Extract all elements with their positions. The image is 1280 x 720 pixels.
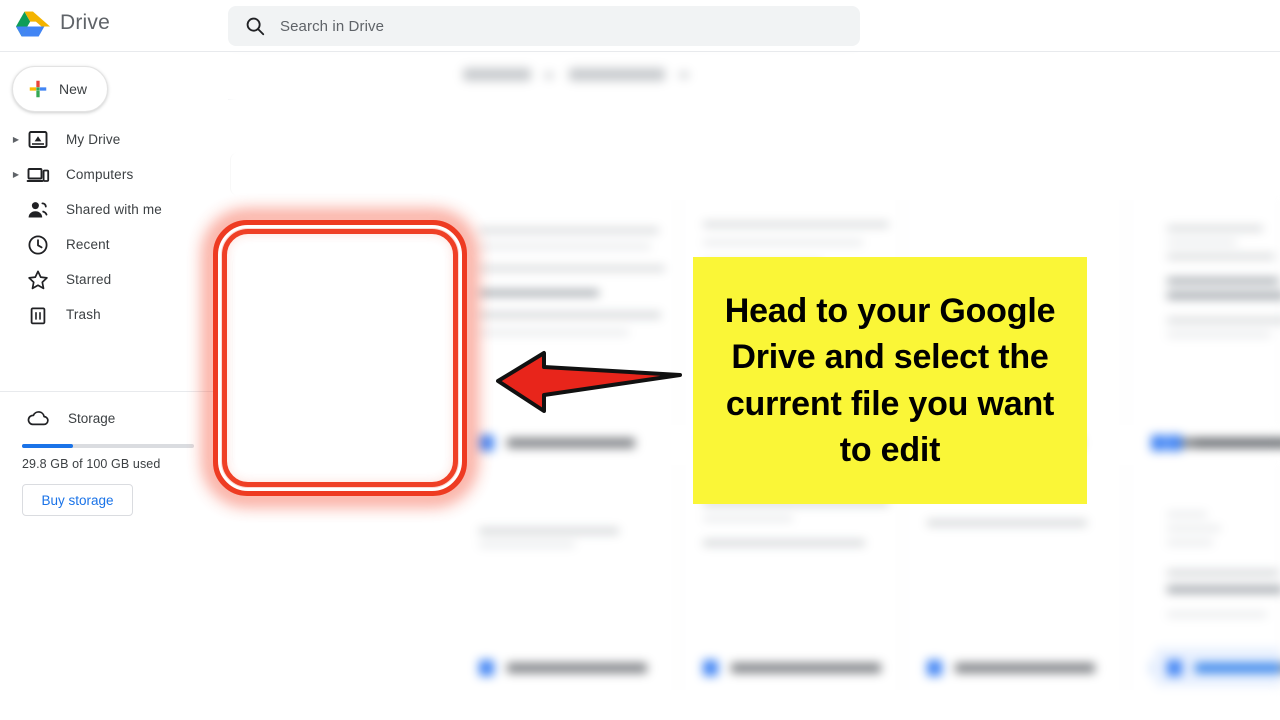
file-card-footer: Report xyxy=(233,427,447,468)
brand-name: Drive xyxy=(60,11,111,34)
document-line: Your Name (First M. Last) xyxy=(320,322,360,326)
shared-with-me-icon xyxy=(28,201,48,217)
new-button-label: New xyxy=(59,81,88,97)
document-title: Full Title of Your Paper xyxy=(318,307,362,312)
google-drive-logo xyxy=(16,11,50,37)
chevron-right-icon[interactable]: ▶ xyxy=(8,135,24,144)
sidebar-item-my-drive[interactable]: ▶ My Drive xyxy=(0,122,228,157)
file-thumbnail: TITLE OF YOUR PAPER (for professional pa… xyxy=(239,261,441,429)
search-placeholder: Search in Drive xyxy=(280,17,385,35)
sidebar-item-shared-with-me[interactable]: ▶ Shared with me xyxy=(0,192,228,227)
sidebar-item-starred[interactable]: ▶ Starred xyxy=(0,262,228,297)
document-note-line: First paragraph: Author ORCID iDs (if an… xyxy=(308,396,372,400)
chevron-right-icon[interactable]: ▶ xyxy=(8,170,24,179)
sidebar-item-computers[interactable]: ▶ Computers xyxy=(0,157,228,192)
google-docs-icon xyxy=(479,435,494,451)
sidebar-item-label: My Drive xyxy=(66,132,121,147)
sidebar-item-trash[interactable]: ▶ Trash xyxy=(0,297,228,332)
buy-storage-button[interactable]: Buy storage xyxy=(22,484,133,516)
document-line: Course Number and Name (for student pape… xyxy=(305,341,375,345)
brand[interactable]: Drive xyxy=(16,8,110,38)
file-card-report[interactable]: TITLE OF YOUR PAPER (for professional pa… xyxy=(232,254,448,469)
instruction-callout: Head to your Google Drive and select the… xyxy=(693,257,1087,504)
search-input[interactable]: Search in Drive xyxy=(228,6,860,46)
running-head-left: TITLE OF YOUR PAPER (for professional pa… xyxy=(251,269,335,273)
top-bar: Drive Search in Drive xyxy=(0,0,1280,52)
storage-label: Storage xyxy=(68,410,116,426)
header-divider xyxy=(228,99,456,100)
sidebar-item-label: Starred xyxy=(66,272,112,287)
breadcrumb-item-my-drive[interactable]: My Drive xyxy=(240,63,319,86)
computers-icon xyxy=(26,167,50,182)
buy-storage-label: Buy storage xyxy=(41,492,114,508)
star-icon xyxy=(28,270,48,289)
sidebar-item-label: Trash xyxy=(66,307,101,322)
google-drive-screenshot: Drive Search in Drive New ▶ My Drive ▶ C… xyxy=(0,0,1280,720)
sidebar-item-label: Shared with me xyxy=(66,202,162,217)
running-head-page-number: 1 xyxy=(427,269,429,273)
sidebar-divider xyxy=(0,391,214,392)
storage-usage-text: 29.8 GB of 100 GB used xyxy=(22,457,161,471)
search-icon xyxy=(246,17,265,36)
folders-section-label: Folders xyxy=(242,117,290,131)
new-button[interactable]: New xyxy=(12,66,108,112)
storage-progress-fill xyxy=(22,444,74,448)
plus-icon xyxy=(29,80,47,98)
sidebar-item-label: Recent xyxy=(66,237,110,252)
folder-name: SAMPLEs xyxy=(290,166,350,182)
google-docs-icon xyxy=(253,438,270,457)
storage-row[interactable]: Storage xyxy=(0,404,228,432)
storage-progress-bar xyxy=(22,444,194,448)
document-line: Date (for student papers) xyxy=(321,360,359,364)
trash-icon xyxy=(30,307,46,324)
clock-icon xyxy=(28,234,48,255)
document-line: Instructor (for student papers) xyxy=(317,350,363,355)
document-note-line: Second paragraph: Changes in affiliation… xyxy=(304,404,376,408)
document-preview-page: TITLE OF YOUR PAPER (for professional pa… xyxy=(239,261,441,429)
my-drive-icon xyxy=(28,130,48,148)
file-name: Report xyxy=(286,440,327,455)
folder-icon xyxy=(250,167,269,181)
chevron-right-icon: › xyxy=(329,66,335,83)
breadcrumb-item-current[interactable]: UNPAID T xyxy=(398,63,459,86)
document-running-head: TITLE OF YOUR PAPER (for professional pa… xyxy=(251,269,429,273)
sidebar-item-recent[interactable]: ▶ Recent xyxy=(0,227,228,262)
document-title-block: Full Title of Your Paper Your Name (Firs… xyxy=(251,307,429,408)
document-line: Name of School or Institution xyxy=(317,331,363,336)
cloud-icon xyxy=(27,411,49,426)
storage-section: Storage 29.8 GB of 100 GB used Buy stora… xyxy=(0,404,228,516)
breadcrumb-overflow-button[interactable]: ••• xyxy=(346,66,371,84)
red-arrow-annotation xyxy=(496,351,682,413)
sidebar-item-label: Computers xyxy=(66,167,134,182)
topbar-divider xyxy=(0,51,1280,52)
instruction-callout-text: Head to your Google Drive and select the… xyxy=(724,292,1056,469)
sidebar: New ▶ My Drive ▶ Computers Shared with m… xyxy=(0,52,228,720)
breadcrumb: My Drive › ••• › UNPAID T xyxy=(240,63,459,86)
chevron-right-icon: › xyxy=(381,66,387,83)
folder-card-samples[interactable]: SAMPLEs xyxy=(230,152,446,196)
document-author-note-heading: Author Note (for professional papers) xyxy=(312,388,368,392)
sidebar-nav: ▶ My Drive ▶ Computers ▶ xyxy=(0,122,228,332)
